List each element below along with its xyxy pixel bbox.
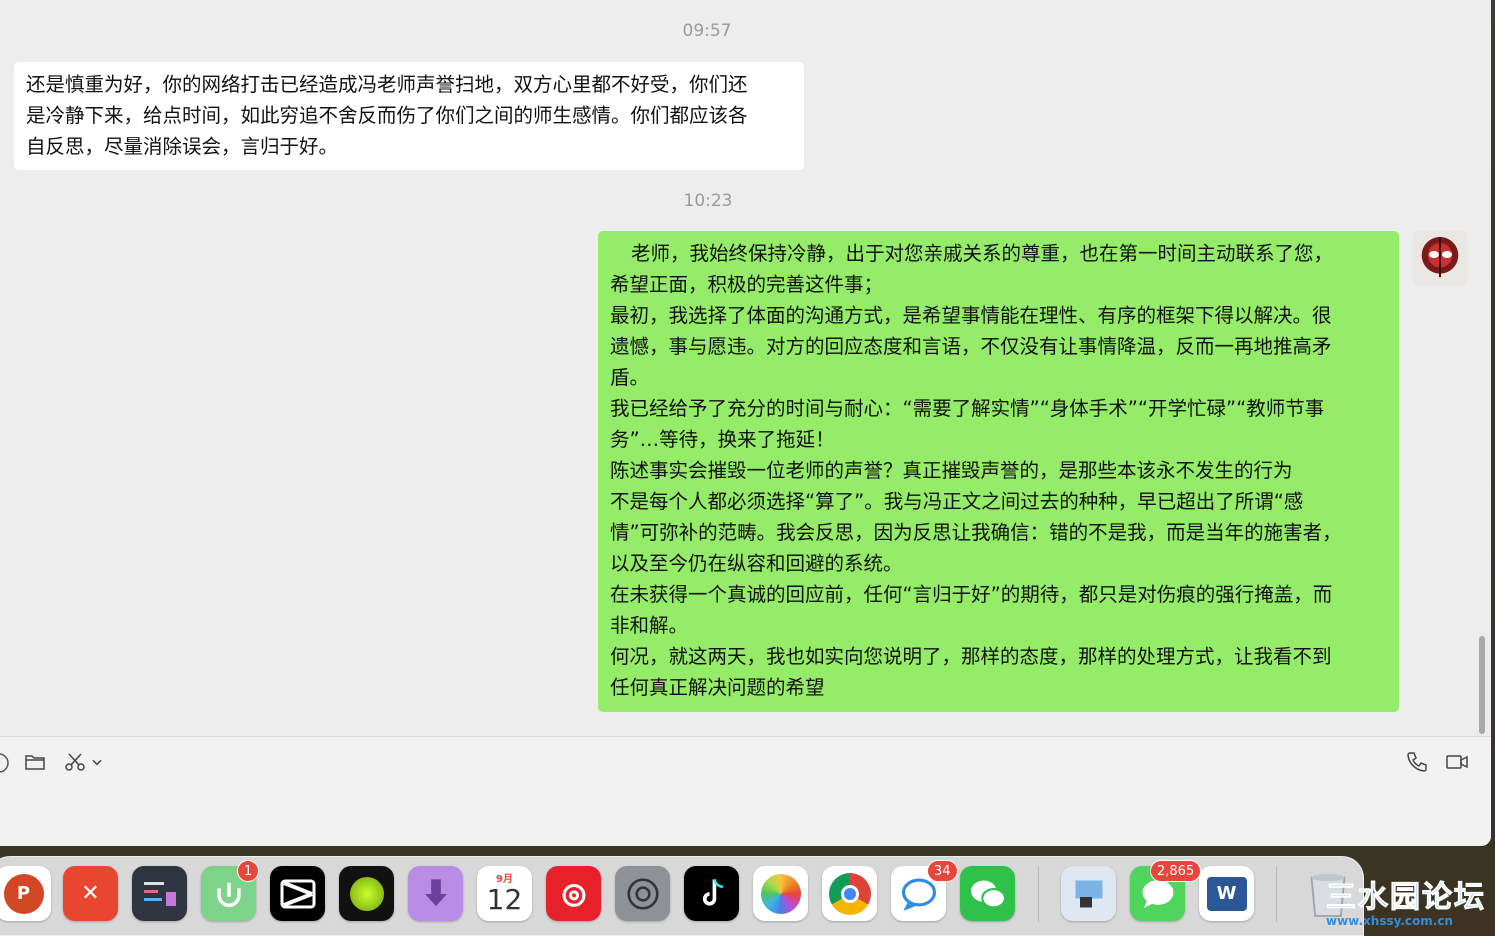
folder-icon[interactable] <box>22 750 48 774</box>
message-line: 我已经给予了充分的时间与耐心：“需要了解实情”“身体手术”“开学忙碌”“教师节事 <box>610 397 1325 420</box>
avatar-mask-stripe <box>1439 237 1441 277</box>
video-icon[interactable] <box>1444 750 1470 774</box>
messenger-badge: 34 <box>927 860 958 882</box>
calendar-icon[interactable]: 9月 12 <box>477 866 532 921</box>
timestamp: 09:57 <box>682 21 732 41</box>
message-line: 老师，我始终保持冷静，出于对您亲戚关系的尊重，也在第一时间主动联系了您， <box>631 242 1334 265</box>
message-line: 务”…等待，换来了拖延！ <box>610 428 835 451</box>
chat-window: 09:57 还是慎重为好，你的网络打击已经造成冯老师声誉扫地，双方心里都不好受，… <box>0 0 1491 846</box>
message-line: 在未获得一个真诚的回应前，任何“言归于好”的期待，都只是对伤痕的强行掩盖，而 <box>610 583 1333 606</box>
preview-icon[interactable] <box>1061 866 1116 921</box>
message-line: 情”可弥补的范畴。我会反思，因为反思让我确信：错的不是我，而是当年的施害者， <box>610 521 1342 544</box>
powerpoint-icon[interactable]: P <box>0 866 51 921</box>
avatar-eye <box>1429 251 1439 258</box>
message-line: 是冷静下来，给点时间，如此穷追不舍反而伤了你们之间的师生感情。你们都应该各 <box>26 104 748 127</box>
message-line: 何况，就这两天，我也如实向您说明了，那样的态度，那样的处理方式，让我看不到 <box>610 645 1332 668</box>
camo-icon[interactable] <box>339 866 394 921</box>
avatar[interactable] <box>1413 231 1467 285</box>
message-line: 以及至今仍在纵容和回避的系统。 <box>610 552 903 575</box>
scissors-icon[interactable] <box>62 750 88 774</box>
message-line: 自反思，尽量消除误会，言归于好。 <box>26 135 339 158</box>
tiktok-icon[interactable] <box>684 866 739 921</box>
capcut-icon[interactable] <box>270 866 325 921</box>
wechat-icon[interactable] <box>960 866 1015 921</box>
xmind-icon[interactable]: ✕ <box>63 866 118 921</box>
chrome-icon[interactable] <box>822 866 877 921</box>
photos-icon[interactable] <box>753 866 808 921</box>
messages-badge: 2,865 <box>1150 860 1202 882</box>
watermark-url: www.xhssy.com.cn <box>1326 914 1453 928</box>
emoji-icon[interactable] <box>0 751 12 775</box>
chevron-down-icon[interactable] <box>90 754 104 768</box>
system-settings-icon[interactable] <box>615 866 670 921</box>
dock-separator <box>1038 866 1039 922</box>
forum-watermark: 三水园论坛 www.xhssy.com.cn <box>1326 872 1494 932</box>
message-line: 遗憾，事与愿违。对方的回应态度和言语，不仅没有让事情降温，反而一再地推高矛 <box>610 335 1332 358</box>
outgoing-message[interactable]: 老师，我始终保持冷静，出于对您亲戚关系的尊重，也在第一时间主动联系了您， 希望正面… <box>598 231 1399 712</box>
message-input-area[interactable] <box>0 736 1491 846</box>
word-icon[interactable]: W <box>1199 866 1254 921</box>
message-line: 希望正面，积极的完善这件事； <box>610 273 884 296</box>
message-line: 不是每个人都必须选择“算了”。我与冯正文之间过去的种种，早已超出了所谓“感 <box>610 490 1304 513</box>
message-line: 非和解。 <box>610 614 689 637</box>
message-line: 任何真正解决问题的希望 <box>610 676 825 699</box>
timestamp: 10:23 <box>683 191 733 211</box>
scrollbar-thumb[interactable] <box>1479 636 1485 734</box>
netease-music-icon[interactable] <box>546 866 601 921</box>
watermark-title: 三水园论坛 <box>1326 880 1486 916</box>
message-line: 还是慎重为好，你的网络打击已经造成冯老师声誉扫地，双方心里都不好受，你们还 <box>26 73 748 96</box>
downie-icon[interactable] <box>408 866 463 921</box>
message-list[interactable]: 09:57 还是慎重为好，你的网络打击已经造成冯老师声誉扫地，双方心里都不好受，… <box>0 0 1491 736</box>
dock-separator <box>1276 866 1277 922</box>
incoming-message[interactable]: 还是慎重为好，你的网络打击已经造成冯老师声誉扫地，双方心里都不好受，你们还 是冷静… <box>14 62 804 170</box>
message-line: 最初，我选择了体面的沟通方式，是希望事情能在理性、有序的框架下得以解决。很 <box>610 304 1332 327</box>
message-line: 盾。 <box>610 366 650 389</box>
message-line: 陈述事实会摧毁一位老师的声誉？真正摧毁声誉的，是那些本该永不发生的行为 <box>610 459 1293 482</box>
avatar-eye <box>1442 251 1452 258</box>
docs-icon[interactable] <box>132 866 187 921</box>
phone-icon[interactable] <box>1404 750 1430 774</box>
calendar-day: 12 <box>486 883 523 916</box>
